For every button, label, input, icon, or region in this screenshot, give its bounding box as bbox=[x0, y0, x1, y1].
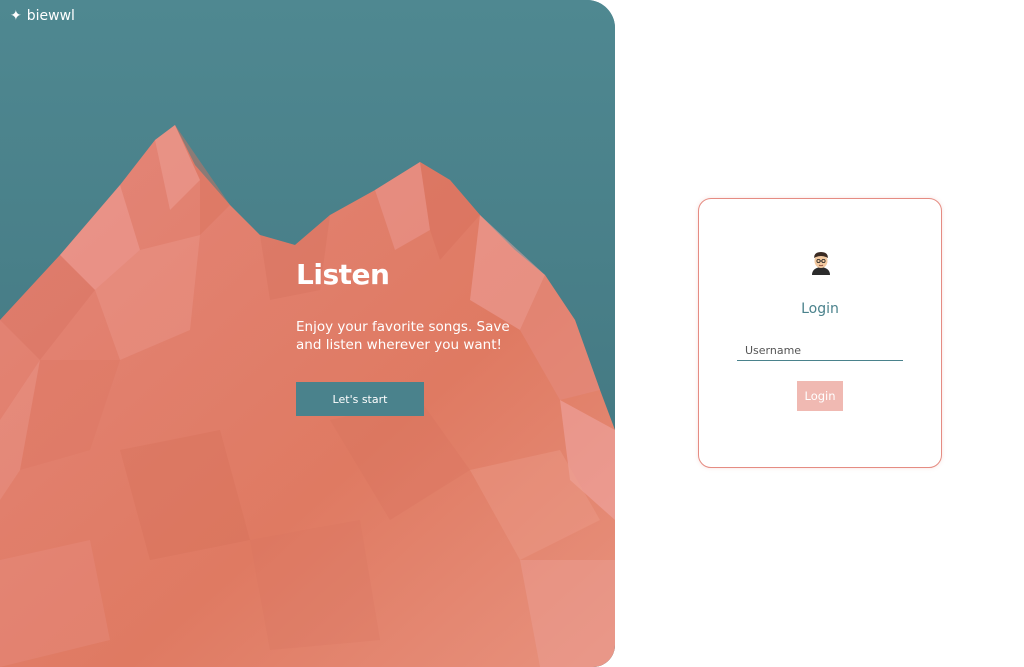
login-title: Login bbox=[801, 301, 839, 317]
hero-description: Enjoy your favorite songs. Save and list… bbox=[296, 319, 510, 353]
sparkle-icon: ✦ bbox=[10, 8, 22, 24]
username-input[interactable] bbox=[737, 341, 903, 361]
login-button[interactable]: Login bbox=[797, 381, 843, 411]
lets-start-button[interactable]: Let's start bbox=[296, 382, 424, 416]
login-card: Login Login bbox=[698, 198, 942, 468]
brand-name: biewwl bbox=[26, 8, 75, 24]
hero-title: Listen bbox=[296, 258, 390, 291]
hero-panel: ✦ biewwl Listen Enjoy your favorite song… bbox=[0, 0, 615, 667]
user-avatar-icon bbox=[812, 252, 830, 275]
brand-logo[interactable]: ✦ biewwl bbox=[10, 8, 75, 24]
